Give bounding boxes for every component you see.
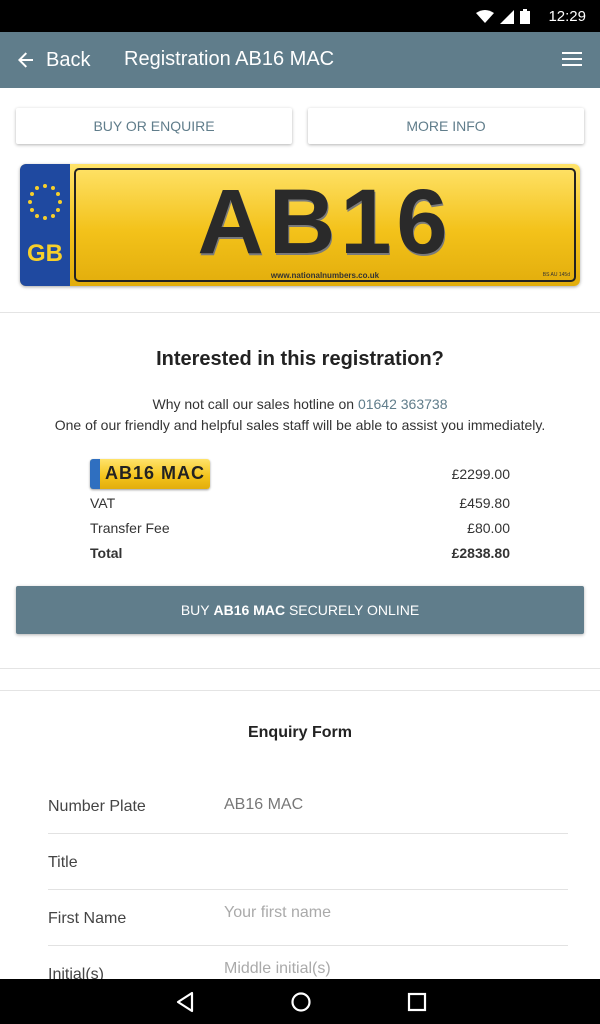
app-bar: Back Registration AB16 MAC [0,32,600,88]
battery-icon [520,9,530,24]
nav-back-icon[interactable] [172,989,198,1015]
section-divider [0,312,600,313]
mini-plate-text: AB16 MAC [104,463,205,483]
buy-securely-online-button[interactable]: BUY AB16 MAC SECURELY ONLINE [16,586,584,634]
more-info-button[interactable]: MORE INFO [308,108,584,144]
nav-home-icon[interactable] [288,989,314,1015]
status-icons [476,9,530,24]
buy-or-enquire-button[interactable]: BUY OR ENQUIRE [16,108,292,144]
interest-heading: Interested in this registration? [156,348,444,370]
plate-country-code: GB [27,240,63,267]
first-name-field[interactable] [224,904,554,922]
section-divider [0,668,600,669]
signal-icon [500,9,514,24]
buy-suffix: SECURELY ONLINE [288,602,420,618]
system-nav-bar [0,979,600,1024]
page-title: Registration AB16 MAC [124,48,335,70]
price-row-vat: VAT £459.80 [90,490,510,515]
assist-text: One of our friendly and helpful sales st… [54,417,546,433]
title-select[interactable] [224,848,554,866]
eu-stars-icon [28,184,62,220]
plate-website: www.nationalnumbers.co.uk [270,271,380,280]
enquiry-form-title: Enquiry Form [247,724,352,741]
buy-reg: AB16 MAC [213,602,286,618]
wifi-icon [476,9,494,23]
number-plate-value: AB16 MAC [224,796,304,813]
plate-registration: AB16 MAC [197,171,453,286]
total-label: Total [90,544,123,561]
initials-field[interactable] [224,960,554,978]
back-label: Back [46,48,91,71]
number-plate-row: Number Plate AB16 MAC [48,778,568,834]
hamburger-menu-icon[interactable] [562,52,582,68]
hotline-text: Why not call our sales hotline on 01642 … [0,396,600,412]
hotline-number-link[interactable]: 01642 363738 [358,396,448,412]
buy-prefix: BUY [180,602,210,618]
plate-price: £2299.00 [451,466,510,482]
number-plate-image: GB AB16 MAC www.nationalnumbers.co.uk BS… [20,164,580,286]
price-table: AB16 MAC £2299.00 VAT £459.80 Transfer F… [90,458,510,565]
transfer-label: Transfer Fee [90,519,170,536]
first-name-row: First Name [48,890,568,946]
price-row-transfer: Transfer Fee £80.00 [90,515,510,540]
number-plate-label: Number Plate [48,798,146,815]
status-bar: 12:29 [0,0,600,32]
price-row-total: Total £2838.80 [90,540,510,565]
vat-label: VAT [90,494,116,511]
section-divider [0,690,600,691]
eu-band: GB [20,164,70,286]
title-row: Title [48,834,568,890]
total-value: £2838.80 [451,544,510,561]
mini-plate-band [90,459,100,489]
hotline-prefix: Why not call our sales hotline on [152,396,355,412]
back-arrow-icon [18,52,33,68]
nav-recents-icon[interactable] [404,989,430,1015]
plate-standard-code: BS AU 145d [542,272,570,278]
back-button[interactable]: Back [16,32,90,88]
vat-value: £459.80 [459,494,510,511]
mini-plate: AB16 MAC [90,459,210,489]
status-time: 12:29 [548,8,586,25]
first-name-label: First Name [48,910,127,927]
title-label: Title [48,854,78,871]
transfer-value: £80.00 [467,519,510,536]
action-buttons: BUY OR ENQUIRE MORE INFO [16,108,584,144]
price-row-plate: AB16 MAC £2299.00 [90,458,510,490]
